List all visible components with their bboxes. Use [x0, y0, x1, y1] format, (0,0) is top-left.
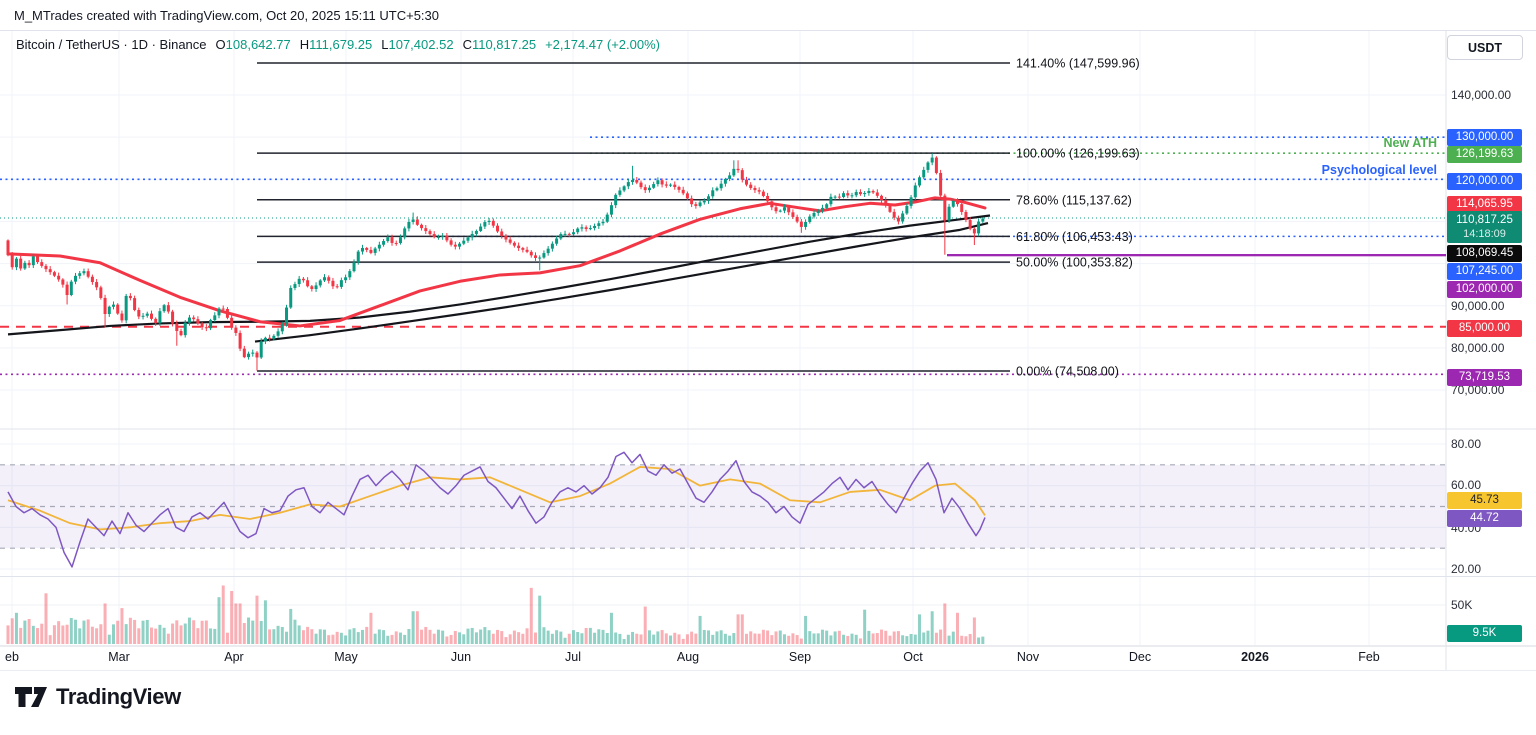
time-axis-label: Dec	[1129, 650, 1151, 664]
gridlines	[0, 31, 1446, 645]
time-axis-label: Aug	[677, 650, 699, 664]
fib-retracement[interactable]: 141.40% (147,599.96) 100.00% (126,199.63)…	[257, 56, 1140, 378]
pane-separators	[0, 31, 1536, 671]
change-value: +2,174.47 (+2.00%)	[545, 37, 660, 52]
fib-label: 141.40% (147,599.96)	[1016, 56, 1140, 70]
tradingview-screenshot: M_MTrades created with TradingView.com, …	[0, 0, 1536, 735]
time-axis[interactable]: eb Mar Apr May Jun Jul Aug Sep Oct Nov Dec 2026 Feb	[5, 650, 1380, 664]
ohlc-low: L107,402.52	[381, 37, 453, 52]
fib-label: 78.60% (115,137.62)	[1016, 193, 1132, 207]
ohlc-high: H111,679.25	[300, 37, 373, 52]
currency-toggle-button[interactable]: USDT	[1447, 35, 1523, 60]
time-axis-label: Mar	[108, 650, 130, 664]
symbol-legend[interactable]: Bitcoin / TetherUS · 1D · Binance O108,6…	[16, 37, 660, 52]
time-axis-label: Jun	[451, 650, 471, 664]
time-axis-label: Jul	[565, 650, 581, 664]
fib-label: 50.00% (100,353.82)	[1016, 256, 1133, 270]
time-axis-label: eb	[5, 650, 19, 664]
ohlc-open: O108,642.77	[216, 37, 291, 52]
time-axis-label: Sep	[789, 650, 811, 664]
symbol-title[interactable]: Bitcoin / TetherUS · 1D · Binance	[16, 37, 207, 52]
fib-label: 61.80% (106,453.43)	[1016, 230, 1133, 244]
tradingview-wordmark: TradingView	[56, 684, 181, 710]
time-axis-label: 2026	[1241, 650, 1269, 664]
time-axis-label: Nov	[1017, 650, 1040, 664]
time-axis-label: Apr	[224, 650, 243, 664]
fib-label: 0.00% (74,508.00)	[1016, 365, 1119, 379]
tradingview-footer: TradingView	[14, 684, 181, 710]
chart-canvas[interactable]: 141.40% (147,599.96) 100.00% (126,199.63)…	[0, 0, 1536, 735]
time-axis-label: Feb	[1358, 650, 1380, 664]
ohlc-close: C110,817.25	[463, 37, 537, 52]
time-axis-label: May	[334, 650, 358, 664]
time-axis-label: Oct	[903, 650, 923, 664]
fib-label: 100.00% (126,199.63)	[1016, 147, 1140, 161]
volume-bars	[7, 586, 985, 645]
tradingview-logo-icon	[14, 684, 48, 710]
